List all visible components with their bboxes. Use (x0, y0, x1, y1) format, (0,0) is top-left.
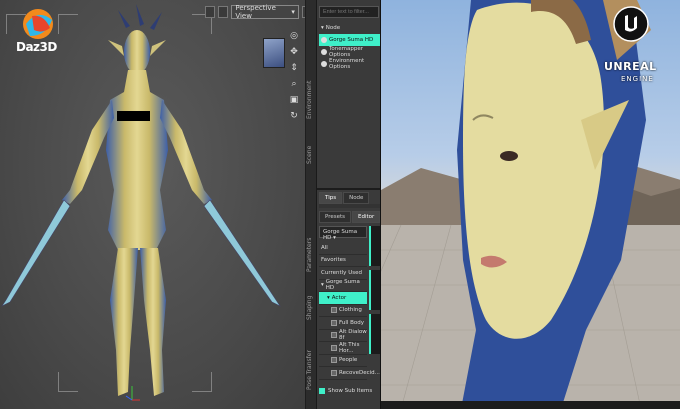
figure-select[interactable]: Gorge Suma HD ▾ (319, 226, 367, 241)
axis-gizmo-icon (125, 386, 140, 401)
daz-viewport[interactable]: Daz3D Perspective View ▾ ◎ ✥ ⇕ ⌕ ▣ ↻ (0, 0, 305, 409)
list-item-label: Full Body (339, 319, 365, 326)
expand-icon[interactable]: ▾ (321, 282, 324, 288)
eye-icon[interactable] (321, 61, 327, 67)
list-item-label: All (321, 244, 328, 251)
list-item-label: Clothing (339, 307, 362, 314)
tab-shaping[interactable]: Shaping (306, 288, 317, 328)
folder-icon (331, 344, 337, 351)
list-item[interactable]: Full Body (319, 317, 367, 330)
unreal-logo-line2: ENGINE (621, 75, 654, 83)
list-item-label: Alt This Hor... (339, 341, 360, 354)
expand-icon[interactable]: ▾ (327, 295, 330, 301)
list-item[interactable]: Clothing (319, 305, 367, 317)
tips-body (319, 204, 381, 208)
tab-node[interactable]: Node (343, 192, 370, 204)
tab-editor[interactable]: Editor (352, 211, 381, 223)
folder-icon (331, 307, 337, 314)
tree-row[interactable]: ▾ Node (319, 22, 381, 34)
chevron-down-icon: ▾ (333, 235, 336, 241)
show-sub-items-label: Show Sub Items (328, 388, 373, 394)
list-item-label: Currently Used (321, 269, 362, 276)
eye-icon[interactable] (321, 37, 327, 43)
folder-icon (331, 319, 337, 326)
list-item[interactable]: Alt This Hor... (319, 342, 367, 355)
list-item-label: Alt Dialow 8f (339, 329, 367, 342)
tree-row-label: Gorge Suma HD (329, 37, 374, 43)
list-item[interactable]: Currently Used (319, 267, 367, 280)
unreal-render-view: UNREAL ENGINE (380, 0, 680, 409)
list-item[interactable]: ▾ Actor (319, 292, 367, 305)
tree-row-label: Node (325, 25, 341, 31)
tree-row[interactable]: Environment Options (319, 58, 381, 70)
list-item-label: Favorites (321, 257, 346, 264)
vertical-tabs: Environment Scene Parameters Shaping Pos… (306, 0, 317, 409)
tree-row[interactable]: Tonemapper Options (319, 46, 381, 58)
show-sub-items[interactable]: Show Sub Items (319, 388, 372, 394)
list-item-label: Gorge Suma HD (325, 279, 360, 292)
folder-icon (331, 369, 337, 376)
tab-tips[interactable]: Tips (319, 192, 343, 204)
tips-tabs: Tips Node (319, 192, 370, 204)
list-item[interactable]: Favorites (319, 255, 367, 267)
daz-side-panel: Environment Scene Parameters Shaping Pos… (305, 0, 381, 409)
scene-tree: ▾ Node Gorge Suma HD Tonemapper Options … (319, 22, 381, 70)
tab-environment[interactable]: Environment (306, 70, 317, 130)
folder-icon (331, 332, 337, 339)
library-list: All Favorites Currently Used ▾ Gorge Suma… (319, 242, 380, 380)
tab-pose-transfer[interactable]: Pose Transfer (306, 340, 317, 400)
tab-parameters[interactable]: Parameters (306, 230, 317, 280)
figure-select-value: Gorge Suma HD (323, 229, 358, 241)
unreal-logo-icon (613, 6, 649, 42)
scene-search-input[interactable] (319, 6, 379, 18)
tree-row-label: Tonemapper Options (329, 46, 364, 58)
render-bottom-bar (381, 401, 680, 409)
list-item-label: People (339, 357, 358, 364)
figure-model[interactable] (0, 0, 305, 409)
list-item[interactable]: ▾ Gorge Suma HD (319, 279, 367, 292)
list-item[interactable]: RecoveDecid... (319, 367, 380, 380)
eye-icon[interactable] (321, 49, 327, 55)
panel-divider[interactable] (317, 188, 381, 190)
content-tabs: Presets Editor (319, 211, 381, 223)
tab-presets[interactable]: Presets (319, 211, 352, 223)
folder-icon (331, 357, 337, 364)
checkbox-icon[interactable] (319, 388, 325, 394)
list-item[interactable]: All (319, 242, 367, 255)
list-item-label: Actor (331, 294, 347, 301)
tree-row[interactable]: Gorge Suma HD (319, 34, 381, 46)
list-item[interactable]: People (319, 355, 367, 367)
tree-row-label: Environment Options (329, 58, 365, 70)
unreal-logo-line1: UNREAL (604, 60, 657, 73)
list-item[interactable]: Alt Dialow 8f (319, 329, 367, 342)
expand-icon[interactable]: ▾ (321, 25, 324, 31)
tab-scene[interactable]: Scene (306, 135, 317, 175)
